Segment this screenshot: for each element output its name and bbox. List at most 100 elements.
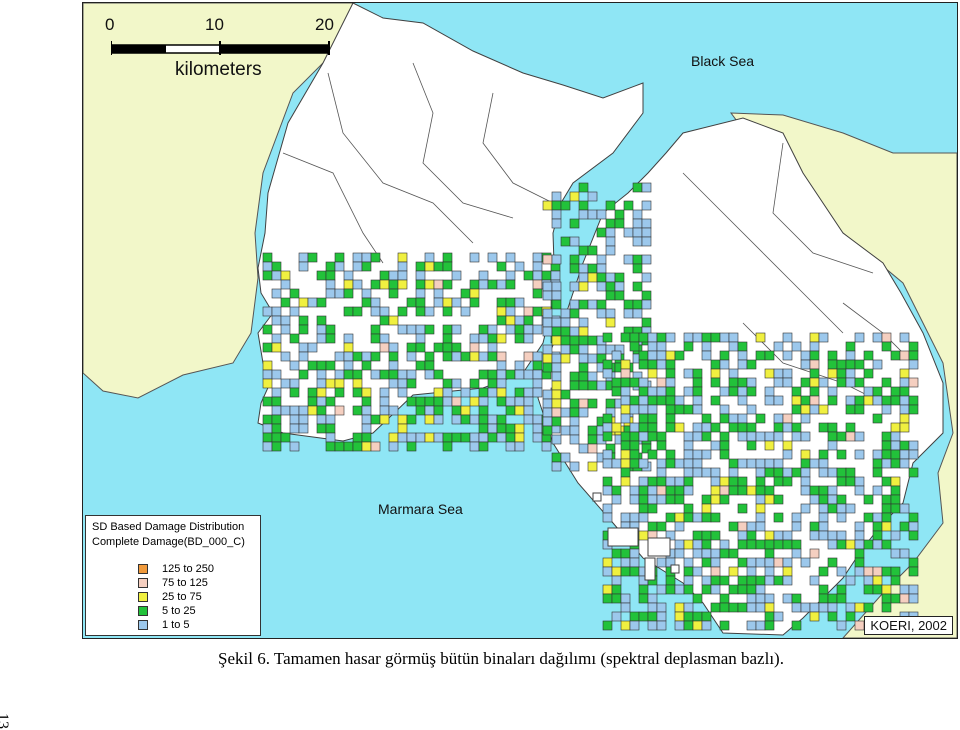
damage-cell <box>854 602 865 613</box>
damage-cell <box>683 485 694 496</box>
damage-cell <box>478 432 489 443</box>
damage-cell <box>442 432 453 443</box>
damage-cell <box>451 405 462 416</box>
damage-cell <box>379 279 390 290</box>
damage-cell <box>632 308 643 319</box>
damage-cell <box>854 377 865 388</box>
damage-cell <box>388 432 399 443</box>
damage-cell <box>620 458 631 469</box>
damage-cell <box>692 512 703 523</box>
damage-cell <box>863 584 874 595</box>
damage-cell <box>352 405 363 416</box>
damage-cell <box>773 512 784 523</box>
damage-cell <box>836 494 847 505</box>
damage-cell <box>836 449 847 460</box>
damage-cell <box>388 342 399 353</box>
damage-cell <box>433 261 444 272</box>
damage-cell <box>710 557 721 568</box>
damage-cell <box>629 557 640 568</box>
damage-cell <box>641 299 652 310</box>
damage-cell <box>620 440 631 451</box>
damage-cell <box>632 254 643 265</box>
damage-cell <box>316 324 327 335</box>
damage-cell <box>656 377 667 388</box>
damage-cell <box>271 306 282 317</box>
damage-cell <box>262 414 273 425</box>
damage-cell <box>683 611 694 622</box>
damage-cell <box>569 263 580 274</box>
damage-cell <box>737 350 748 361</box>
damage-cell <box>578 245 589 256</box>
damage-cell <box>782 476 793 487</box>
damage-cell <box>890 431 901 442</box>
damage-cell <box>623 227 634 238</box>
damage-cell <box>674 494 685 505</box>
damage-cell <box>683 503 694 514</box>
damage-cell <box>908 395 919 406</box>
damage-cell <box>620 413 631 424</box>
damage-cell <box>352 369 363 380</box>
damage-cell <box>899 377 910 388</box>
legend-label: 5 to 25 <box>162 605 196 617</box>
damage-cell <box>836 584 847 595</box>
damage-cell <box>505 297 516 308</box>
damage-cell <box>496 306 507 317</box>
damage-cell <box>854 548 865 559</box>
damage-cell <box>890 386 901 397</box>
damage-cell <box>908 512 919 523</box>
damage-cell <box>854 449 865 460</box>
damage-cell <box>505 396 516 407</box>
damage-cell <box>746 458 757 469</box>
damage-cell <box>827 431 838 442</box>
damage-cell <box>827 368 838 379</box>
damage-cell <box>602 557 613 568</box>
damage-cell <box>316 333 327 344</box>
damage-cell <box>836 503 847 514</box>
damage-cell <box>845 359 856 370</box>
damage-cell <box>560 425 571 436</box>
damage-cell <box>560 236 571 247</box>
damage-cell <box>271 342 282 353</box>
damage-cell <box>370 369 381 380</box>
damage-cell <box>361 423 372 434</box>
damage-cell <box>415 279 426 290</box>
damage-cell <box>605 227 616 238</box>
damage-cell <box>683 539 694 550</box>
damage-cell <box>899 449 910 460</box>
damage-cell <box>701 431 712 442</box>
damage-cell <box>560 407 571 418</box>
damage-cell <box>746 485 757 496</box>
damage-cell <box>415 333 426 344</box>
damage-cell <box>737 530 748 541</box>
damage-cell <box>451 324 462 335</box>
damage-cell <box>692 467 703 478</box>
damage-cell <box>827 593 838 604</box>
damage-cell <box>836 530 847 541</box>
damage-cell <box>890 494 901 505</box>
damage-cell <box>611 350 622 361</box>
damage-cell <box>406 441 417 452</box>
damage-cell <box>632 209 643 220</box>
damage-cell <box>523 351 534 362</box>
damage-cell <box>728 602 739 613</box>
damage-cell <box>890 593 901 604</box>
damage-cell <box>388 405 399 416</box>
damage-cell <box>692 404 703 415</box>
damage-cell <box>388 270 399 281</box>
damage-cell <box>845 611 856 622</box>
damage-cell <box>845 377 856 388</box>
damage-cell <box>701 539 712 550</box>
damage-cell <box>602 422 613 433</box>
damage-cell <box>764 368 775 379</box>
damage-cell <box>890 422 901 433</box>
damage-cell <box>316 387 327 398</box>
damage-cell <box>764 566 775 577</box>
damage-cell <box>602 413 613 424</box>
damage-cell <box>764 494 775 505</box>
damage-cell <box>415 261 426 272</box>
damage-cell <box>469 342 480 353</box>
damage-cell <box>737 431 748 442</box>
damage-cell <box>719 332 730 343</box>
damage-cell <box>478 351 489 362</box>
damage-cell <box>800 476 811 487</box>
